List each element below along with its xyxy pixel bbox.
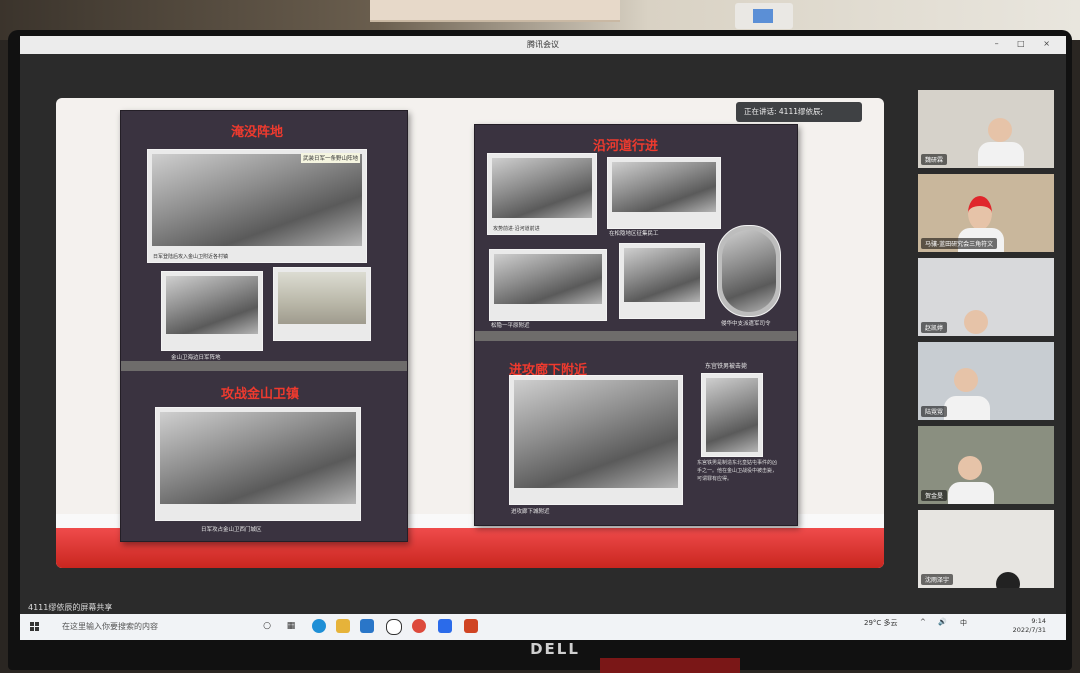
right-portrait-2 bbox=[701, 373, 763, 457]
right-panel-title-top: 沿河道行进 bbox=[593, 139, 659, 154]
edge-browser-icon[interactable] bbox=[312, 619, 326, 633]
participant-tile[interactable]: 马骧-蓝田研究会三角符文 bbox=[918, 174, 1054, 252]
photo-caption: 松隐一平原附近 bbox=[491, 323, 530, 329]
photo-caption: 金山卫海边日军阵地 bbox=[171, 355, 221, 361]
tencent-meeting-icon[interactable] bbox=[438, 619, 452, 633]
photo-tag: 武装日军一条野山阵地 bbox=[301, 153, 361, 163]
left-photo-3 bbox=[273, 267, 371, 341]
participant-body bbox=[944, 396, 990, 420]
window-titlebar: 腾讯会议 – □ × bbox=[20, 36, 1066, 54]
photo-image bbox=[612, 162, 716, 212]
photo-image bbox=[166, 276, 258, 334]
powerpoint-icon[interactable] bbox=[464, 619, 478, 633]
dell-app-icon[interactable] bbox=[386, 619, 402, 635]
portrait-title: 东宫铁男被击毙 bbox=[705, 363, 748, 370]
tray-chevron-icon[interactable]: ^ bbox=[920, 618, 926, 626]
right-photo-2 bbox=[607, 157, 721, 229]
right-photo-1: 攻势前进·沿河道前进 bbox=[487, 153, 597, 235]
participant-face bbox=[964, 310, 988, 334]
right-photo-4 bbox=[619, 243, 705, 319]
participant-tile[interactable]: 魏研霖 bbox=[918, 90, 1054, 168]
ime-indicator[interactable]: 中 bbox=[960, 618, 967, 628]
participant-name: 沈雨泽宇 bbox=[921, 574, 954, 585]
participant-name: 陆霓霓 bbox=[921, 406, 948, 417]
photo-image bbox=[494, 254, 602, 304]
clock-date: 2022/7/31 bbox=[1012, 626, 1046, 634]
portrait-notes: 东宫铁男是制造东北皇姑屯事件的凶手之一。他在金山卫战役中被击毙，可谓罪有应得。 bbox=[697, 460, 778, 482]
photo-image bbox=[492, 158, 592, 218]
photo-image bbox=[514, 380, 678, 488]
screen-share-label: 4111缪依辰的屏幕共享 bbox=[28, 603, 113, 612]
photo-image bbox=[706, 378, 758, 452]
window-title: 腾讯会议 bbox=[527, 40, 559, 49]
photo-image bbox=[160, 412, 356, 504]
participant-face bbox=[954, 368, 978, 392]
left-panel-title-bottom: 攻战金山卫镇 bbox=[221, 387, 300, 402]
volume-icon[interactable]: 🔊 bbox=[938, 618, 947, 626]
wall-picture bbox=[370, 0, 620, 22]
photo-image bbox=[624, 248, 700, 302]
panel-divider bbox=[475, 331, 797, 341]
system-clock[interactable]: 9:14 2022/7/31 bbox=[1013, 617, 1046, 635]
photo-caption: 在松隐地区征集民工 bbox=[609, 231, 659, 237]
widgets-icon[interactable]: ▦ bbox=[284, 619, 298, 633]
weather-status[interactable]: 29°C 多云 bbox=[864, 618, 898, 628]
chrome-icon[interactable] bbox=[412, 619, 426, 633]
monitor-brand-logo: DELL bbox=[530, 640, 580, 658]
slide-left-panel: 淹没阵地 日军登陆后攻入金山卫附近各村镇 武装日军一条野山阵地 金山卫海边日军阵… bbox=[120, 110, 408, 542]
task-view-icon[interactable]: ○ bbox=[260, 619, 274, 633]
taskbar-search-input[interactable]: 在这里输入你要搜索的内容 bbox=[50, 618, 250, 636]
wall-thermostat bbox=[735, 3, 793, 29]
participant-face bbox=[958, 456, 982, 480]
speaking-indicator: 正在讲话: 4111缪依辰; bbox=[736, 102, 862, 122]
slide-right-panel: 沿河道行进 攻势前进·沿河道前进 在松隐地区征集民工 松隐一平原附近 侵华中支派… bbox=[474, 124, 798, 526]
participant-tile[interactable]: 赵凯婷 bbox=[918, 258, 1054, 336]
participant-body bbox=[948, 482, 994, 504]
desk-object bbox=[600, 658, 740, 673]
participant-face bbox=[988, 118, 1012, 142]
left-photo-2 bbox=[161, 271, 263, 351]
photo-caption: 攻势前进·沿河道前进 bbox=[493, 226, 540, 232]
mail-icon[interactable] bbox=[360, 619, 374, 633]
shared-screen: 淹没阵地 日军登陆后攻入金山卫附近各村镇 武装日军一条野山阵地 金山卫海边日军阵… bbox=[56, 98, 884, 568]
right-photo-5 bbox=[509, 375, 683, 505]
participant-name: 贺金旻 bbox=[921, 490, 948, 501]
photo-image bbox=[278, 272, 366, 324]
right-photo-3 bbox=[489, 249, 607, 321]
left-photo-1: 日军登陆后攻入金山卫附近各村镇 bbox=[147, 149, 367, 263]
photo-image bbox=[722, 230, 776, 312]
clock-time: 9:14 bbox=[1031, 617, 1046, 625]
left-panel-title-top: 淹没阵地 bbox=[231, 125, 284, 140]
participant-tile[interactable]: 陆霓霓 bbox=[918, 342, 1054, 420]
photo-caption: 进攻廊下城附近 bbox=[511, 509, 550, 515]
participant-name: 魏研霖 bbox=[921, 154, 948, 165]
participant-name: 赵凯婷 bbox=[921, 322, 948, 333]
participant-tile[interactable]: 沈雨泽宇 bbox=[918, 510, 1054, 588]
window-controls[interactable]: – □ × bbox=[995, 39, 1058, 48]
participant-body bbox=[978, 142, 1024, 166]
windows-start-icon[interactable] bbox=[30, 622, 40, 632]
panel-divider bbox=[121, 361, 407, 371]
photo-caption: 日军登陆后攻入金山卫附近各村镇 bbox=[153, 254, 229, 260]
participant-name: 马骧-蓝田研究会三角符文 bbox=[921, 238, 998, 249]
right-portrait-1 bbox=[717, 225, 781, 317]
windows-taskbar: 在这里输入你要搜索的内容 ○ ▦ 29°C 多云 ^ 🔊 中 9:14 2022… bbox=[20, 614, 1066, 640]
participant-tile[interactable]: 贺金旻 bbox=[918, 426, 1054, 504]
photo-caption: 侵华中支派遣军司令 bbox=[721, 321, 771, 327]
participant-list[interactable]: 魏研霖 马骧-蓝田研究会三角符文 赵凯婷 陆霓霓 贺金旻 沈雨泽宇 bbox=[910, 56, 1066, 614]
left-photo-4 bbox=[155, 407, 361, 521]
participant-face bbox=[968, 196, 992, 230]
monitor-screen: 腾讯会议 – □ × 淹没阵地 日军登陆后攻入金山卫附近各村镇 武装日军一条野山… bbox=[20, 36, 1066, 640]
photo-caption: 日军攻占金山卫西门城区 bbox=[201, 527, 262, 533]
file-explorer-icon[interactable] bbox=[336, 619, 350, 633]
photo-image bbox=[152, 154, 362, 246]
